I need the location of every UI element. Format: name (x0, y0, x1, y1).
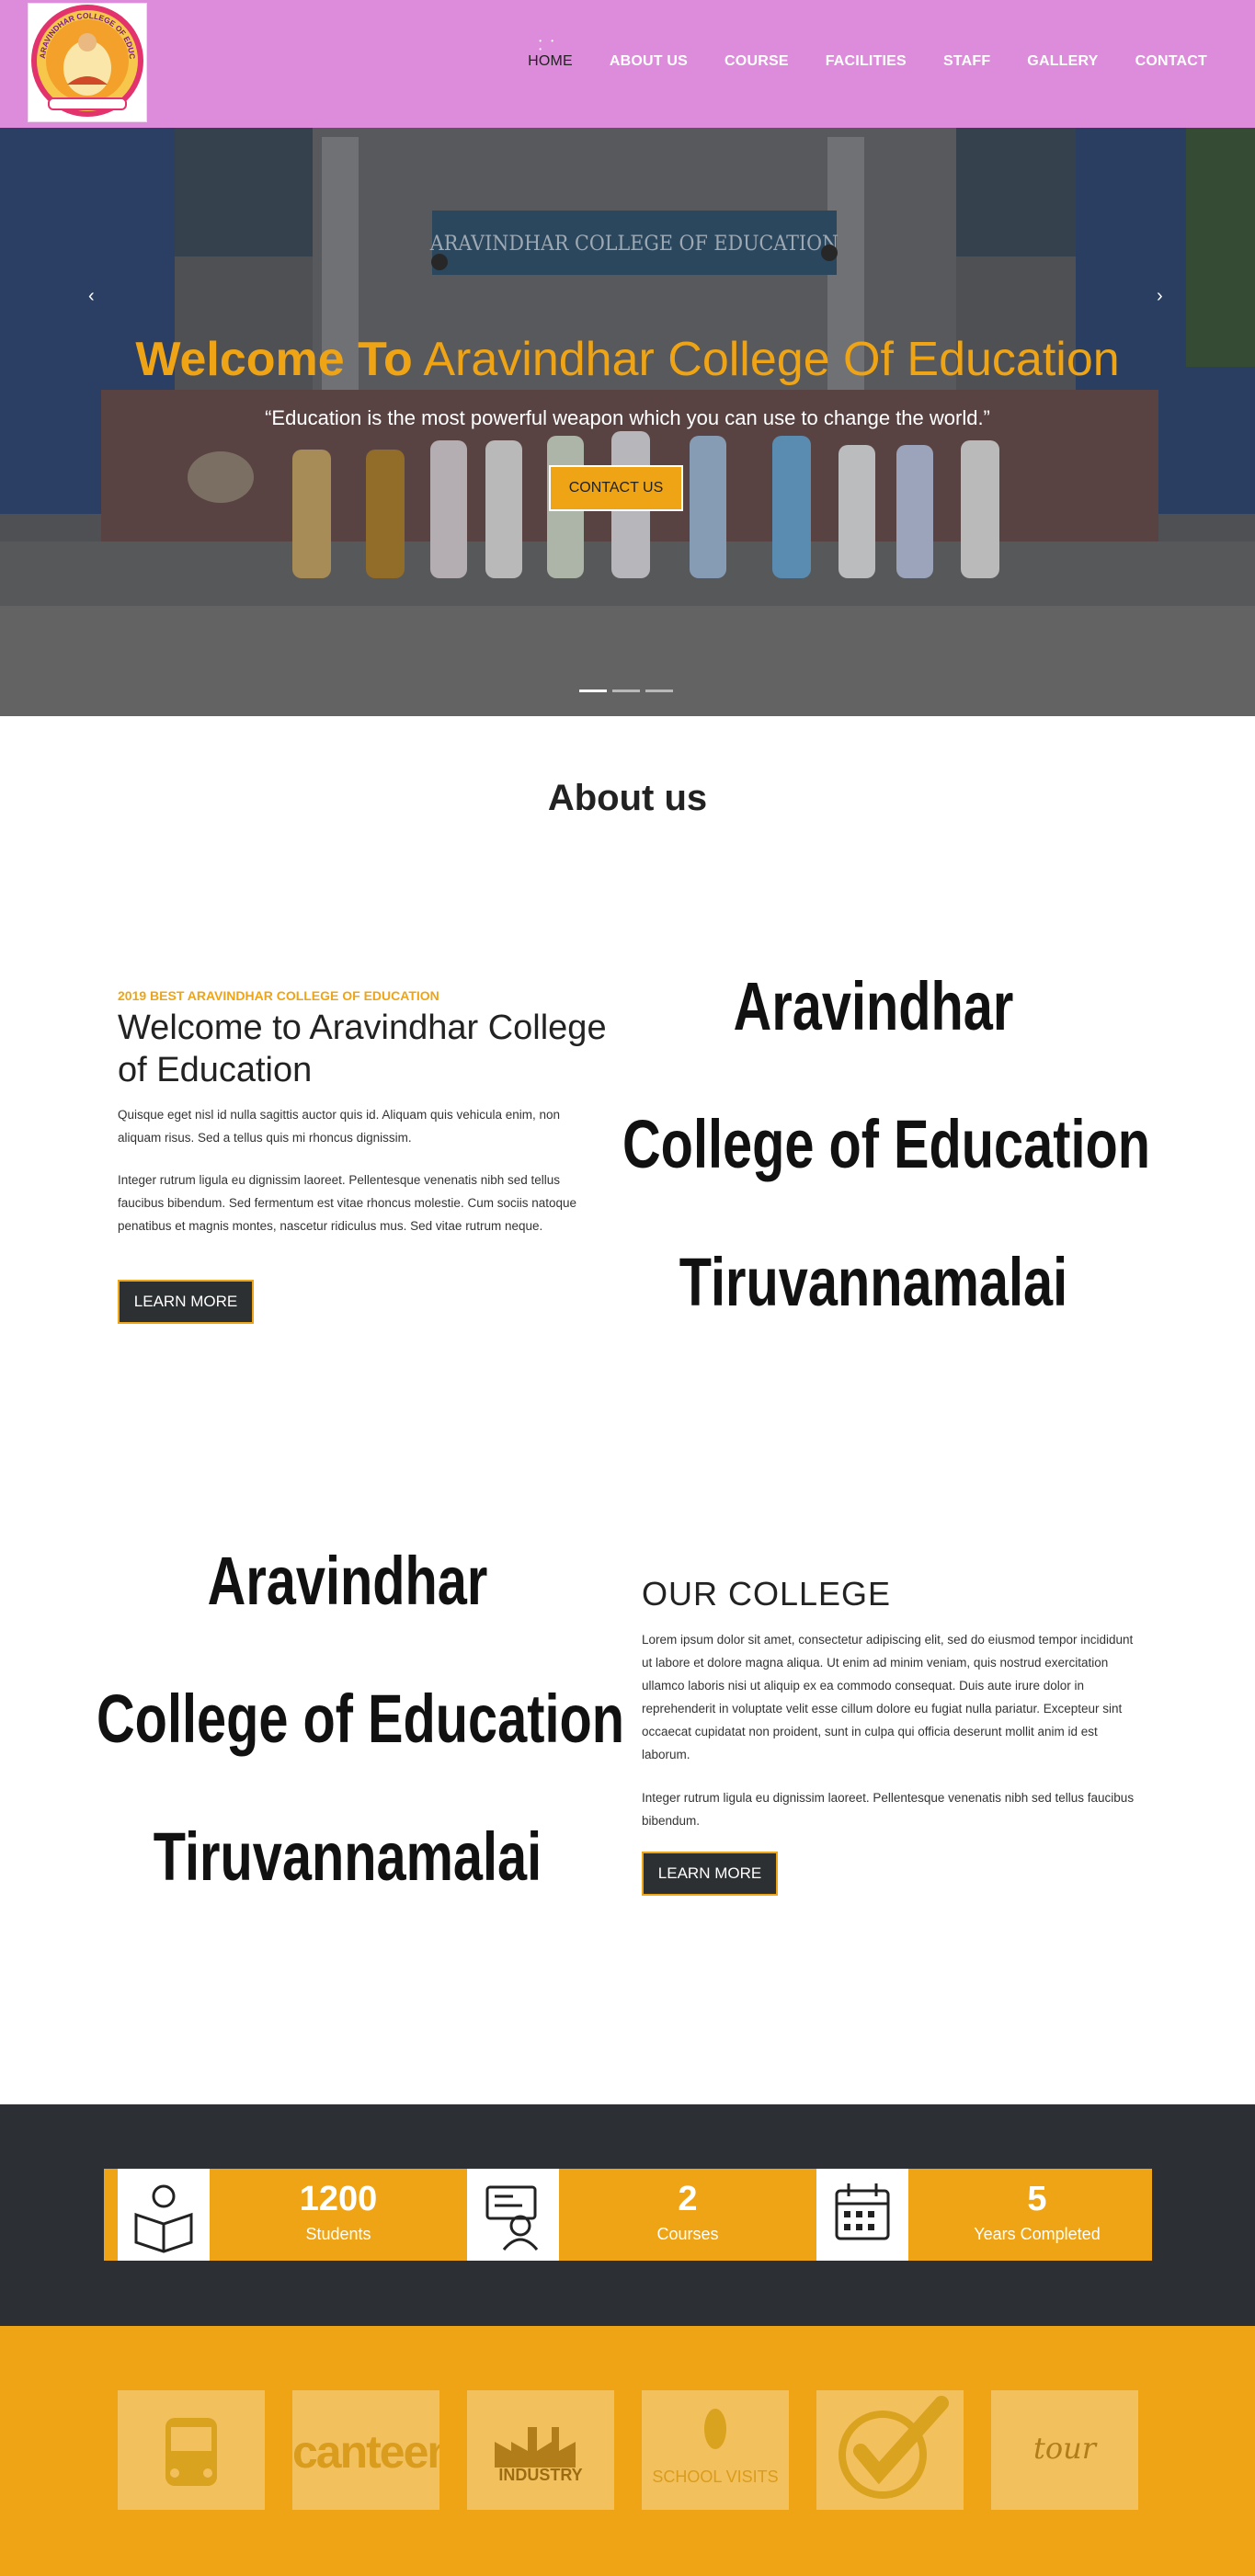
bus-icon (165, 2418, 217, 2486)
facility-tile-certified[interactable] (816, 2390, 964, 2510)
about-eyebrow: 2019 BEST ARAVINDHAR COLLEGE OF EDUCATIO… (118, 988, 439, 1003)
about-learn-more-button[interactable]: LEARN MORE (118, 1280, 254, 1324)
nav-facilities[interactable]: FACILITIES (826, 53, 907, 70)
carousel-indicator[interactable] (645, 690, 673, 692)
active-indicator-dots: • • • (539, 37, 558, 53)
carousel-indicators (579, 690, 673, 692)
college-name-image: Aravindhar College of Education Tiruvann… (97, 1543, 625, 1895)
carousel-indicator[interactable] (579, 690, 607, 692)
facility-tile-industry[interactable]: INDUSTRY (467, 2390, 614, 2510)
about-paragraph-2: Integer rutrum ligula eu dignissim laore… (118, 1173, 577, 1233)
courses-count: 2 (678, 2180, 698, 2218)
nav-home[interactable]: • • • HOME (528, 37, 573, 70)
carousel-indicator[interactable] (612, 690, 640, 692)
college-logo[interactable]: ARAVINDHAR COLLEGE OF EDUCATION (26, 0, 147, 122)
about-heading: About us (547, 778, 708, 818)
carousel-prev-icon[interactable]: ‹ (88, 286, 95, 307)
facility-tile-canteen[interactable]: canteen (292, 2390, 439, 2510)
hero-carousel: ARAVINDHAR COLLEGE OF EDUCATION ‹ › Welc… (0, 128, 1255, 716)
main-nav: • • • HOME ABOUT US COURSE FACILITIES STAFF GA… (491, 37, 1207, 70)
site-header: ARAVINDHAR COLLEGE OF EDUCATION • • •HOM… (0, 0, 1255, 128)
teacher-screen-icon (467, 2169, 559, 2261)
students-count: 1200 (299, 2180, 378, 2218)
students-label: Students (305, 2225, 371, 2243)
about-paragraph-1: Quisque eget nisl id nulla sagittis auct… (118, 1108, 561, 1145)
about-title: Welcome to Aravindhar College of Educati… (118, 1009, 607, 1089)
facility-tile-bus[interactable] (118, 2390, 265, 2510)
nav-staff[interactable]: STAFF (943, 53, 990, 70)
contact-us-button[interactable]: CONTACT US (549, 465, 683, 511)
hero-quote: “Education is the most powerful weapon w… (265, 406, 990, 429)
industry-icon (495, 2427, 576, 2468)
calendar-icon (816, 2169, 908, 2261)
carousel-next-icon[interactable]: › (1157, 286, 1163, 307)
nav-course[interactable]: COURSE (724, 53, 789, 70)
our-college-paragraph-2: Integer rutrum ligula eu dignissim laore… (642, 1791, 1135, 1828)
our-college-title: OUR COLLEGE (642, 1575, 892, 1613)
school-visits-icon (704, 2409, 726, 2449)
about-college-name-image: Aravindhar College of Education Tiruvann… (622, 968, 1151, 1320)
college-logo-emblem: ARAVINDHAR COLLEGE OF EDUCATION (26, 0, 143, 117)
facility-tile-tour[interactable]: tour (991, 2390, 1138, 2510)
our-college-paragraph-1: Lorem ipsum dolor sit amet, consectetur … (642, 1633, 1134, 1761)
college-learn-more-button[interactable]: LEARN MORE (642, 1852, 778, 1896)
courses-label: Courses (656, 2225, 719, 2243)
nav-gallery[interactable]: GALLERY (1027, 53, 1098, 70)
nav-contact[interactable]: CONTACT (1135, 53, 1207, 70)
years-count: 5 (1027, 2180, 1047, 2218)
nav-about-us[interactable]: ABOUT US (610, 53, 688, 70)
certified-check-icon (839, 2396, 949, 2499)
years-label: Years Completed (974, 2225, 1101, 2243)
facility-tile-school-visits[interactable]: SCHOOL VISITS (642, 2390, 789, 2510)
book-reader-icon (118, 2169, 210, 2261)
hero-title: Welcome To Aravindhar College Of Educati… (135, 333, 1120, 386)
